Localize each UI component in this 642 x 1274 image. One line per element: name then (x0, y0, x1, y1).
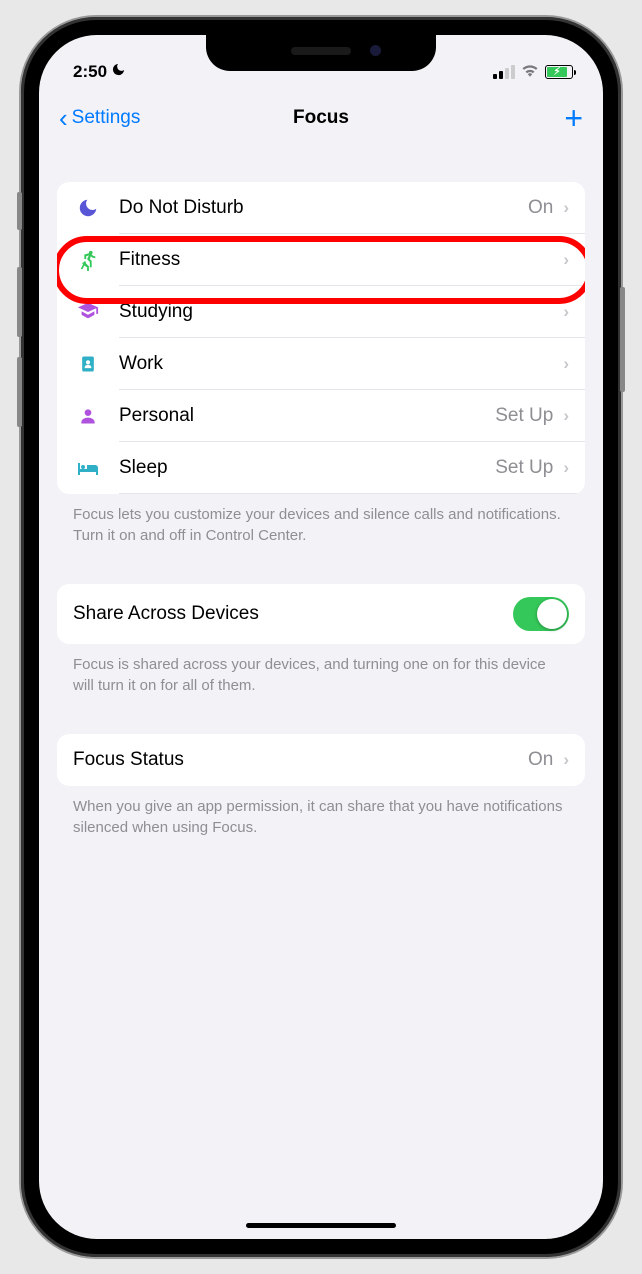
moon-status-icon (111, 62, 126, 82)
focus-mode-label: Fitness (119, 249, 563, 271)
focus-mode-studying[interactable]: Studying › (57, 286, 585, 338)
chevron-right-icon: › (563, 458, 569, 478)
focus-status-detail: On (528, 749, 553, 771)
focus-mode-fitness[interactable]: Fitness › (57, 234, 585, 286)
status-right: ⚡︎ (493, 62, 573, 82)
status-time: 2:50 (73, 62, 107, 82)
nav-bar: ‹ Settings Focus + (39, 90, 603, 154)
running-icon (73, 249, 103, 271)
chevron-right-icon: › (563, 354, 569, 374)
focus-status-row[interactable]: Focus Status On › (57, 734, 585, 786)
share-across-devices-row: Share Across Devices (57, 584, 585, 644)
chevron-right-icon: › (563, 406, 569, 426)
share-label: Share Across Devices (73, 603, 259, 625)
focus-modes-list: Do Not Disturb On › Fitness › Studying (57, 182, 585, 494)
focus-mode-sleep[interactable]: Sleep Set Up › (57, 442, 585, 494)
focus-mode-detail: Set Up (495, 405, 553, 427)
charging-bolt-icon: ⚡︎ (554, 66, 561, 77)
bed-icon (73, 459, 103, 477)
focus-mode-label: Personal (119, 405, 495, 427)
volume-up-button (17, 267, 22, 337)
home-indicator[interactable] (246, 1223, 396, 1228)
focus-status-footer: When you give an app permission, it can … (57, 786, 585, 838)
focus-status-label: Focus Status (73, 749, 528, 771)
power-button (620, 287, 625, 392)
focus-mode-label: Sleep (119, 457, 495, 479)
focus-mode-label: Do Not Disturb (119, 197, 528, 219)
silent-switch (17, 192, 22, 230)
focus-modes-footer: Focus lets you customize your devices an… (57, 494, 585, 546)
graduation-cap-icon (73, 301, 103, 323)
focus-mode-work[interactable]: Work › (57, 338, 585, 390)
battery-icon: ⚡︎ (545, 65, 573, 79)
focus-mode-detail: Set Up (495, 457, 553, 479)
page-title: Focus (293, 107, 349, 129)
phone-frame: 2:50 ⚡︎ ‹ (21, 17, 621, 1257)
back-label: Settings (72, 107, 141, 129)
volume-down-button (17, 357, 22, 427)
wifi-icon (521, 62, 539, 82)
content: Do Not Disturb On › Fitness › Studying (39, 154, 603, 838)
chevron-right-icon: › (563, 250, 569, 270)
badge-icon (73, 353, 103, 375)
focus-mode-label: Studying (119, 301, 563, 323)
cellular-icon (493, 65, 515, 79)
focus-mode-label: Work (119, 353, 563, 375)
chevron-right-icon: › (563, 302, 569, 322)
chevron-left-icon: ‹ (59, 105, 68, 131)
share-footer: Focus is shared across your devices, and… (57, 644, 585, 696)
chevron-right-icon: › (563, 198, 569, 218)
focus-mode-do-not-disturb[interactable]: Do Not Disturb On › (57, 182, 585, 234)
share-toggle[interactable] (513, 597, 569, 631)
toggle-knob (537, 599, 567, 629)
chevron-right-icon: › (563, 750, 569, 770)
status-left: 2:50 (73, 62, 126, 82)
focus-mode-detail: On (528, 197, 553, 219)
notch (206, 35, 436, 71)
moon-icon (73, 197, 103, 219)
phone-screen: 2:50 ⚡︎ ‹ (39, 35, 603, 1239)
focus-mode-personal[interactable]: Personal Set Up › (57, 390, 585, 442)
person-icon (73, 405, 103, 427)
back-button[interactable]: ‹ Settings (59, 105, 140, 131)
add-focus-button[interactable]: + (564, 102, 583, 134)
